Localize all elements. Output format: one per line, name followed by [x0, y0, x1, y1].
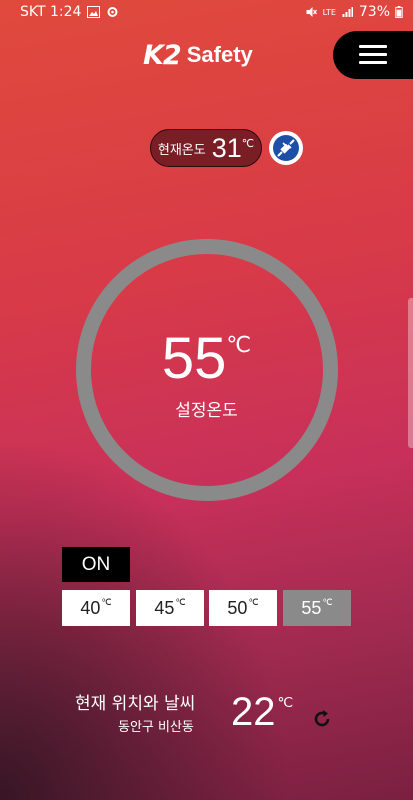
weather-title: 현재 위치와 날씨	[75, 694, 196, 714]
current-temp-value: 31	[211, 132, 242, 163]
network-type: LTE	[322, 7, 336, 17]
k2-safety-logo: K2 Safety	[143, 39, 253, 71]
gear-icon	[107, 7, 118, 17]
preset-unit: ℃	[175, 596, 186, 607]
set-temp-unit: ℃	[226, 333, 252, 358]
preset-value: 40	[80, 597, 101, 618]
logo-k2: K2	[143, 39, 182, 71]
mute-icon	[306, 7, 317, 17]
preset-40-button[interactable]: 40 ℃	[62, 590, 130, 626]
battery-percent: 73%	[358, 4, 390, 20]
logo-safety: Safety	[186, 42, 253, 67]
image-icon	[87, 6, 101, 18]
status-left: SKT 1:24	[20, 4, 119, 20]
preset-55-button[interactable]: 55 ℃	[283, 590, 351, 626]
preset-50-button[interactable]: 50 ℃	[209, 590, 277, 626]
weather-temp-value: 22	[231, 690, 276, 734]
status-bar: SKT 1:24 LTE 73%	[0, 0, 413, 24]
connection-button[interactable]	[269, 131, 303, 165]
status-right: LTE 73%	[305, 4, 403, 20]
current-temp-label: 현재온도	[157, 142, 206, 158]
side-panel-handle[interactable]	[408, 298, 413, 448]
menu-icon	[359, 53, 387, 56]
refresh-icon[interactable]	[311, 708, 333, 730]
weather-temperature: 22 ℃	[231, 690, 293, 742]
set-temp-label: 설정온도	[175, 401, 238, 421]
power-toggle-button[interactable]: ON	[62, 547, 130, 582]
menu-button[interactable]	[333, 31, 413, 79]
preset-value: 50	[227, 597, 248, 618]
set-temp-value: 55	[161, 326, 227, 391]
current-temp-unit: ℃	[241, 137, 255, 150]
preset-unit: ℃	[248, 596, 259, 607]
carrier-time: SKT 1:24	[20, 4, 82, 20]
preset-unit: ℃	[101, 596, 112, 607]
battery-icon	[395, 6, 403, 18]
weather-location: 동안구 비산동	[118, 720, 194, 735]
preset-value: 55	[301, 597, 322, 618]
preset-value: 45	[154, 597, 175, 618]
menu-icon	[359, 61, 387, 64]
current-temperature-badge: 현재온도 31 ℃	[150, 129, 262, 167]
weather-temp-unit: ℃	[277, 694, 294, 710]
plug-icon	[273, 135, 299, 161]
preset-unit: ℃	[322, 596, 333, 607]
signal-icon	[342, 7, 353, 17]
menu-icon	[359, 45, 387, 48]
set-temperature: 55℃	[0, 327, 413, 391]
preset-45-button[interactable]: 45 ℃	[136, 590, 204, 626]
